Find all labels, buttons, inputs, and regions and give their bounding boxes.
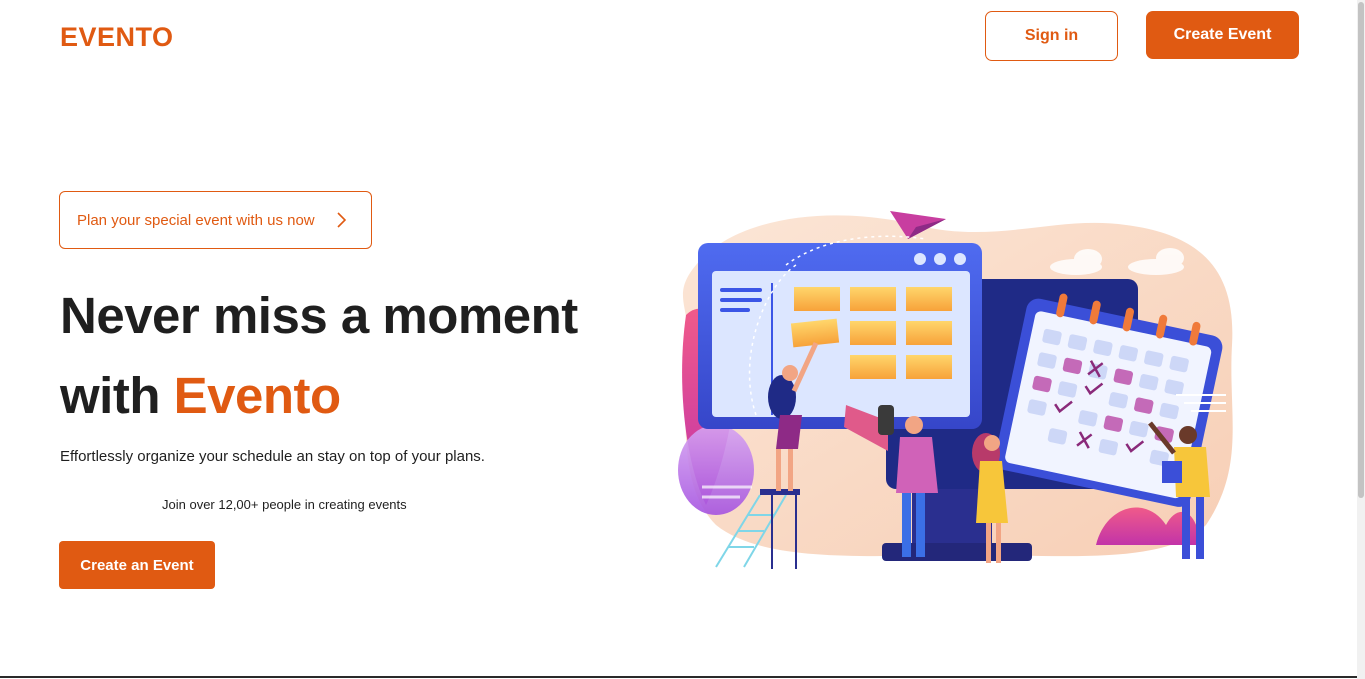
headline-accent: Evento — [173, 367, 342, 424]
join-text: Join over 12,00+ people in creating even… — [162, 497, 407, 512]
scrollbar-thumb[interactable] — [1358, 2, 1364, 498]
create-an-event-button[interactable]: Create an Event — [59, 541, 215, 589]
divider — [0, 676, 1357, 678]
headline-line-1: Never miss a moment — [60, 287, 578, 344]
hero-subtitle: Effortlessly organize your schedule an s… — [60, 448, 485, 465]
plan-event-pill-label: Plan your special event with us now — [77, 211, 315, 229]
chevron-right-icon — [337, 212, 347, 228]
plan-event-pill[interactable]: Plan your special event with us now — [59, 191, 372, 249]
scrollbar[interactable] — [1357, 0, 1365, 679]
headline-line-2: with Evento — [60, 356, 578, 436]
headline-prefix: with — [60, 367, 174, 424]
create-event-button[interactable]: Create Event — [1146, 11, 1299, 59]
sign-in-button[interactable]: Sign in — [985, 11, 1118, 61]
logo[interactable]: EVENTO — [60, 22, 174, 53]
hero-illustration — [678, 211, 1233, 569]
hero-headline: Never miss a moment with Evento — [60, 276, 578, 436]
